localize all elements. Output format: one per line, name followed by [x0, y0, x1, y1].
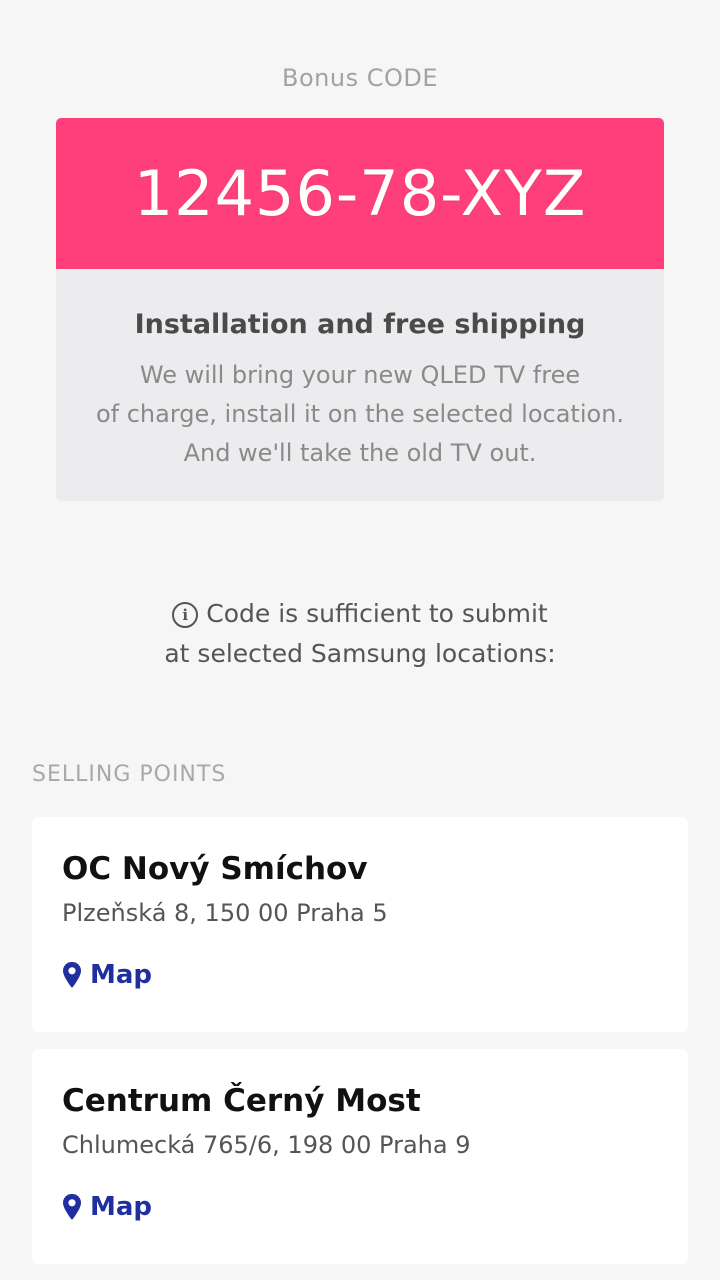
- code-banner: 12456-78-XYZ: [56, 118, 664, 269]
- offer-line: We will bring your new QLED TV free: [139, 361, 581, 389]
- map-link[interactable]: Map: [62, 960, 152, 990]
- offer-line: of charge, install it on the selected lo…: [95, 400, 625, 428]
- store-card: Centrum Černý Most Chlumecká 765/6, 198 …: [32, 1049, 688, 1264]
- info-text: Code is sufficient to submit: [206, 599, 548, 628]
- bonus-code-value[interactable]: 12456-78-XYZ: [134, 157, 587, 230]
- map-link-label: Map: [90, 1192, 153, 1222]
- bonus-code-label: Bonus CODE: [282, 64, 438, 92]
- store-address: Plzeňská 8, 150 00 Praha 5: [62, 899, 388, 927]
- map-pin-icon: [63, 962, 81, 988]
- info-line-1: i Code is sufficient to submit: [0, 594, 720, 634]
- map-link-label: Map: [90, 960, 153, 990]
- info-line-2: at selected Samsung locations:: [164, 639, 556, 668]
- map-link[interactable]: Map: [62, 1192, 152, 1222]
- info-icon: i: [172, 602, 199, 628]
- page: Bonus CODE 12456-78-XYZ Installation and…: [0, 0, 720, 1280]
- selling-points-heading: SELLING POINTS: [32, 762, 227, 787]
- offer-title: Installation and free shipping: [134, 309, 586, 340]
- store-name: OC Nový Smíchov: [62, 851, 368, 887]
- offer-line: And we'll take the old TV out.: [183, 439, 537, 467]
- store-card: OC Nový Smíchov Plzeňská 8, 150 00 Praha…: [32, 817, 688, 1032]
- info-note: i Code is sufficient to submit at selecte…: [0, 594, 720, 674]
- offer-description: We will bring your new QLED TV free of c…: [56, 356, 664, 473]
- store-address: Chlumecká 765/6, 198 00 Praha 9: [62, 1131, 471, 1159]
- store-name: Centrum Černý Most: [62, 1083, 421, 1119]
- map-pin-icon: [63, 1194, 81, 1220]
- bonus-code-card: 12456-78-XYZ Installation and free shipp…: [56, 118, 664, 501]
